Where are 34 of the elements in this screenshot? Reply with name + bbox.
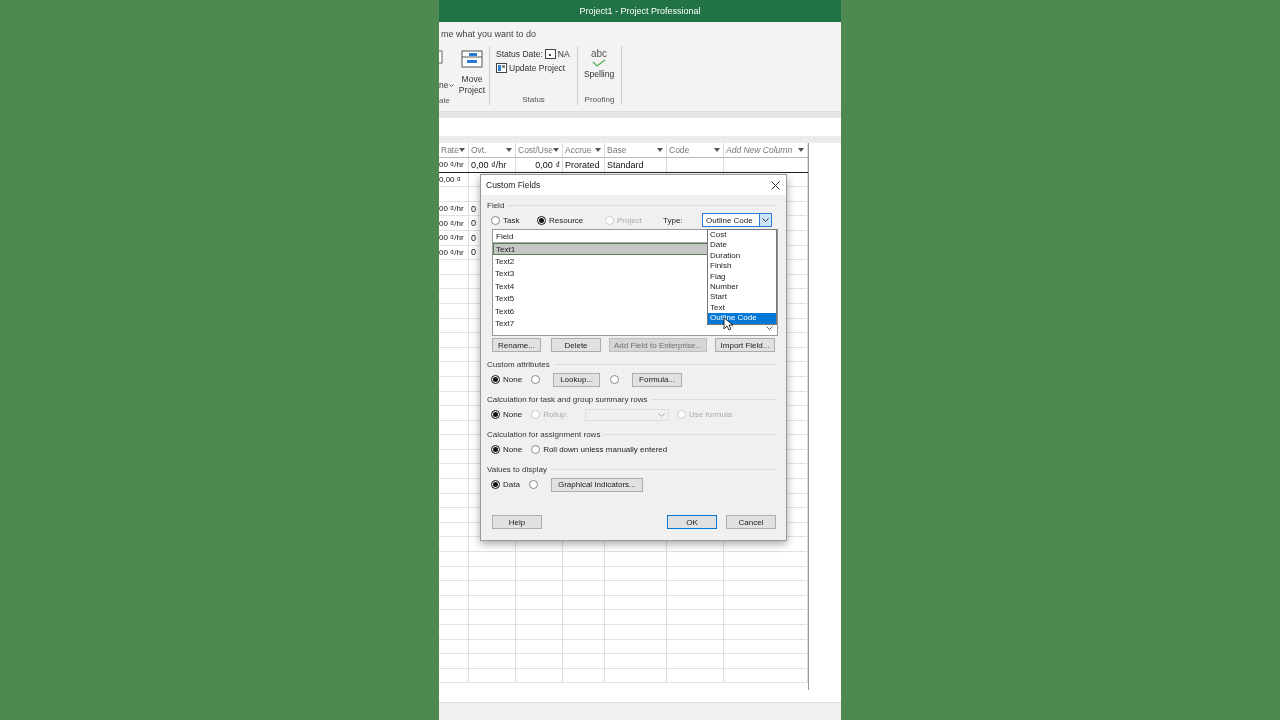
section-label: Custom attributes	[487, 359, 550, 369]
table-cell: 0	[471, 203, 476, 214]
table-cell: 0,00 ₫	[439, 174, 461, 184]
group-label: Proofing	[583, 95, 616, 105]
section-label: Field	[487, 200, 505, 210]
table-cell: 00 ₫/hr	[439, 204, 464, 214]
table-cell: 0,00 ₫/hr	[471, 159, 507, 170]
table-cell: Prorated	[565, 159, 600, 170]
table-cell: 0,00 ₫	[535, 159, 560, 170]
radio-label: None	[503, 375, 523, 384]
radio-label: Roll down unless manually entered	[543, 445, 668, 454]
section-label: Values to display	[487, 464, 547, 474]
table-cell: 00 ₫/hr	[439, 218, 464, 228]
section-label: Calculation for task and group summary rows	[487, 394, 648, 404]
radio-label: Rollup:	[543, 410, 569, 419]
table-cell: 0	[471, 247, 476, 258]
radio-label: Task	[503, 215, 520, 225]
table-cell: 0	[471, 218, 476, 229]
group-label: ale	[439, 96, 451, 106]
table-cell: 00 ₫/hr	[439, 233, 464, 243]
dialog-title: Custom Fields	[486, 180, 541, 190]
section-label: Calculation for assignment rows	[487, 429, 601, 439]
group-label: Status	[521, 95, 546, 105]
radio-label: Project	[617, 215, 642, 225]
table-cell: 00 ₫/hr	[439, 247, 464, 257]
radio-label: Data	[503, 480, 520, 489]
radio-label: None	[503, 445, 523, 454]
radio-label: Resource	[549, 215, 584, 225]
table-cell: 0	[471, 232, 476, 243]
table-cell: 00 ₫/hr	[439, 160, 464, 170]
table-cell: Standard	[607, 159, 644, 170]
type-label: Type:	[663, 215, 684, 225]
radio-label: None	[503, 410, 523, 419]
window-title: Project1 - Project Professional	[579, 6, 701, 16]
